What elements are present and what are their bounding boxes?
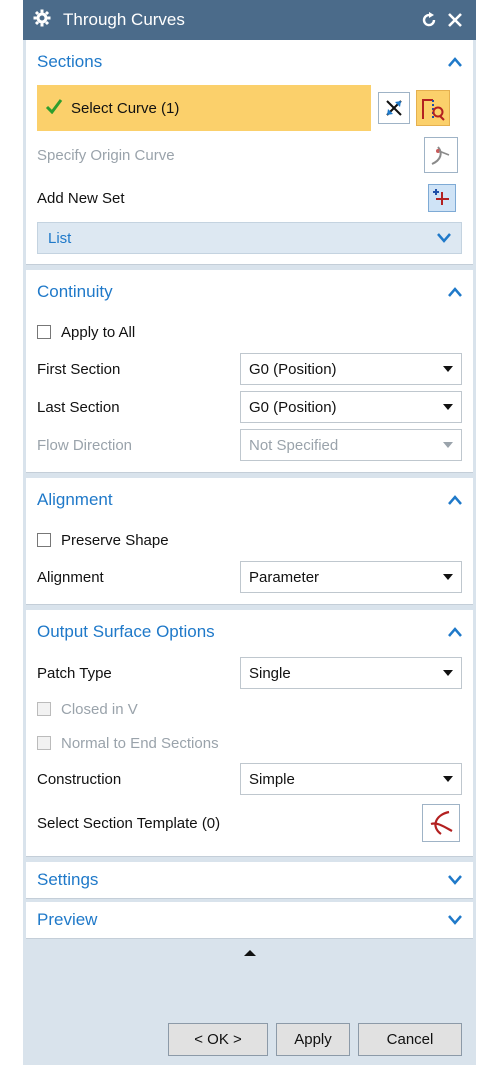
collapse-icon[interactable] [448,625,462,639]
origin-curve-label: Specify Origin Curve [37,146,175,164]
section-template-row[interactable]: Select Section Template (0) [26,798,473,848]
dropdown-arrow-icon [443,776,453,782]
select-curve-row[interactable]: Select Curve (1) [37,85,371,131]
construction-dropdown[interactable]: Simple [240,763,462,795]
add-set-icon[interactable] [428,184,456,212]
dropdown-arrow-icon [443,442,453,448]
collapse-icon[interactable] [448,285,462,299]
sections-title: Sections [37,52,103,71]
chevron-down-icon[interactable] [448,913,462,927]
preview-header[interactable]: Preview [26,902,473,938]
through-curves-dialog: Through Curves Sections Select Curve (1) [23,0,476,1065]
output-surface-title: Output Surface Options [37,622,215,641]
chevron-down-icon[interactable] [448,873,462,887]
preserve-shape-label: Preserve Shape [61,531,169,549]
dialog-title: Through Curves [63,10,185,29]
origin-curve-icon[interactable] [424,137,458,173]
close-icon[interactable] [444,9,466,31]
flow-direction-dropdown: Not Specified [240,429,462,461]
last-section-row: Last Section G0 (Position) [26,388,473,426]
cancel-button[interactable]: Cancel [358,1023,462,1056]
collapse-icon[interactable] [448,55,462,69]
apply-to-all-checkbox[interactable] [37,325,51,339]
preview-group: Preview [26,902,473,939]
alignment-label: Alignment [37,568,104,586]
first-section-value: G0 (Position) [249,360,337,378]
sections-group: Sections Select Curve (1) Specify Origin… [26,40,473,265]
normal-to-end-checkbox [37,736,51,750]
first-section-dropdown[interactable]: G0 (Position) [240,353,462,385]
reset-icon[interactable] [418,9,440,31]
output-surface-group: Output Surface Options Patch Type Single… [26,610,473,857]
normal-to-end-row: Normal to End Sections [26,726,473,760]
first-section-row: First Section G0 (Position) [26,350,473,388]
flow-direction-label: Flow Direction [37,436,133,454]
patch-type-label: Patch Type [37,664,112,682]
alignment-dropdown[interactable]: Parameter [240,561,462,593]
check-icon [45,98,63,118]
chevron-down-icon[interactable] [437,230,451,247]
normal-to-end-label: Normal to End Sections [61,734,219,752]
preview-title: Preview [37,910,98,929]
collapse-icon[interactable] [448,493,462,507]
patch-type-value: Single [249,664,291,682]
flow-direction-row: Flow Direction Not Specified [26,426,473,464]
gear-icon[interactable] [33,9,51,31]
section-template-icon[interactable] [422,804,460,842]
last-section-label: Last Section [37,398,120,416]
list-label: List [48,229,72,247]
apply-to-all-row: Apply to All [26,314,473,350]
patch-type-row: Patch Type Single [26,654,473,692]
construction-row: Construction Simple [26,760,473,798]
dropdown-arrow-icon [443,404,453,410]
dropdown-arrow-icon [443,574,453,580]
dropdown-arrow-icon [443,670,453,676]
alignment-row: Alignment Parameter [26,558,473,596]
preserve-shape-row: Preserve Shape [26,522,473,558]
alignment-group: Alignment Preserve Shape Alignment Param… [26,478,473,605]
section-template-label: Select Section Template (0) [37,814,221,832]
curve-select-icon[interactable] [416,90,450,126]
preserve-shape-checkbox[interactable] [37,533,51,547]
apply-to-all-label: Apply to All [61,323,136,341]
first-section-label: First Section [37,360,121,378]
list-toggle[interactable]: List [37,222,462,254]
expand-more-icon[interactable] [23,939,476,967]
alignment-title: Alignment [37,490,113,509]
dropdown-arrow-icon [443,366,453,372]
origin-curve-row[interactable]: Specify Origin Curve [26,132,473,178]
continuity-group: Continuity Apply to All First Section G0… [26,270,473,473]
closed-in-v-checkbox [37,702,51,716]
construction-label: Construction [37,770,122,788]
settings-title: Settings [37,870,99,889]
apply-button[interactable]: Apply [276,1023,350,1056]
add-new-set-row[interactable]: Add New Set [26,178,473,218]
patch-type-dropdown[interactable]: Single [240,657,462,689]
settings-header[interactable]: Settings [26,862,473,898]
sections-header[interactable]: Sections [26,40,473,84]
settings-group: Settings [26,862,473,899]
alignment-value: Parameter [249,568,320,586]
flow-direction-value: Not Specified [249,436,339,454]
last-section-dropdown[interactable]: G0 (Position) [240,391,462,423]
ok-button[interactable]: < OK > [168,1023,268,1056]
continuity-header[interactable]: Continuity [26,270,473,314]
alignment-header[interactable]: Alignment [26,478,473,522]
continuity-title: Continuity [37,282,113,301]
construction-value: Simple [249,770,295,788]
closed-in-v-row: Closed in V [26,692,473,726]
select-curve-label: Select Curve (1) [71,99,180,117]
closed-in-v-label: Closed in V [61,700,138,718]
add-new-set-label: Add New Set [37,189,125,207]
reverse-direction-icon[interactable] [378,92,410,124]
dialog-footer: < OK > Apply Cancel [23,1014,476,1065]
title-bar: Through Curves [23,0,476,40]
last-section-value: G0 (Position) [249,398,337,416]
output-surface-header[interactable]: Output Surface Options [26,610,473,654]
